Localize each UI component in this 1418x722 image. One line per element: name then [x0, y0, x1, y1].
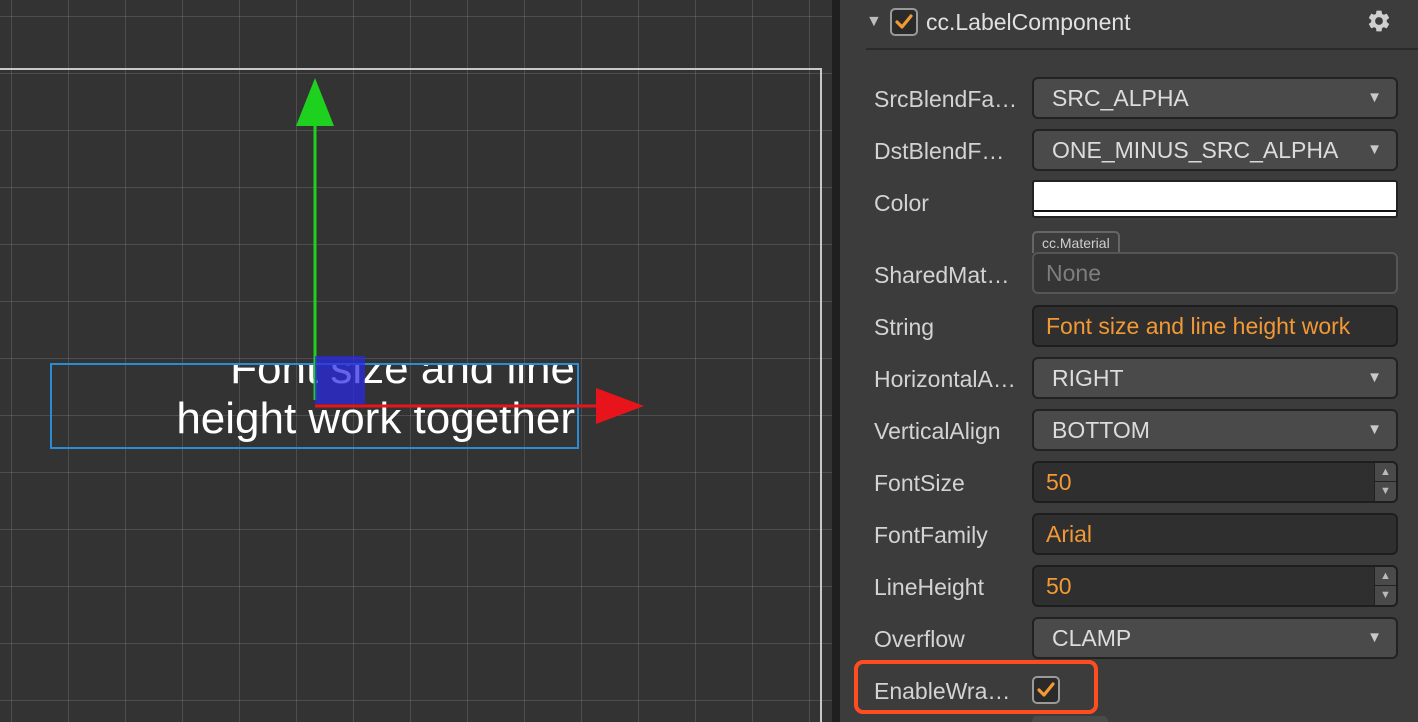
font-family-label: FontFamily	[874, 522, 988, 548]
string-input[interactable]: Font size and line height work	[1032, 305, 1398, 347]
shared-material-value: None	[1046, 260, 1101, 286]
font-family-input[interactable]: Arial	[1032, 513, 1398, 555]
line-height-label: LineHeight	[874, 574, 984, 600]
color-picker-swatch[interactable]	[1032, 180, 1398, 218]
overflow-value: CLAMP	[1052, 625, 1132, 651]
caret-down-icon: ▼	[1367, 369, 1382, 386]
font-size-input[interactable]: 50 ▲ ▼	[1032, 461, 1398, 503]
caret-down-icon: ▼	[1367, 421, 1382, 438]
label-node-bounding-box[interactable]: Font size and line height work together	[50, 363, 579, 449]
shared-materials-label: SharedMat…	[874, 262, 1010, 288]
dst-blend-factor-select[interactable]: ONE_MINUS_SRC_ALPHA ▼	[1032, 129, 1398, 171]
caret-down-icon: ▼	[1367, 141, 1382, 158]
label-node-text: Font size and line height work together	[176, 363, 575, 443]
component-header[interactable]: ▼ cc.LabelComponent	[866, 0, 1418, 50]
string-label: String	[874, 314, 935, 340]
line-height-value: 50	[1046, 573, 1072, 599]
vertical-align-value: BOTTOM	[1052, 417, 1150, 443]
dst-blend-factor-value: ONE_MINUS_SRC_ALPHA	[1052, 137, 1339, 163]
line-height-stepper[interactable]: ▲ ▼	[1374, 567, 1396, 605]
stepper-up-icon[interactable]: ▲	[1375, 463, 1396, 482]
inspector-panel: ▼ cc.LabelComponent SrcBlendFa… SRC_ALPH…	[840, 0, 1418, 722]
next-property-field[interactable]	[1032, 716, 1108, 722]
overflow-label: Overflow	[874, 626, 965, 652]
font-family-value: Arial	[1046, 521, 1093, 547]
src-blend-factor-select[interactable]: SRC_ALPHA ▼	[1032, 77, 1398, 119]
checkmark-icon	[1037, 682, 1055, 697]
horizontal-align-value: RIGHT	[1052, 365, 1124, 391]
stepper-down-icon[interactable]: ▼	[1375, 586, 1396, 605]
font-size-label: FontSize	[874, 470, 965, 496]
font-size-stepper[interactable]: ▲ ▼	[1374, 463, 1396, 501]
enable-wrap-text-label: EnableWra…	[874, 678, 1011, 704]
component-title: cc.LabelComponent	[926, 9, 1131, 35]
src-blend-factor-label: SrcBlendFa…	[874, 86, 1018, 112]
alpha-bar	[1034, 210, 1396, 212]
shared-material-asset-field[interactable]: None	[1032, 252, 1398, 294]
color-label: Color	[874, 190, 929, 216]
font-size-value: 50	[1046, 469, 1072, 495]
triangle-down-icon[interactable]: ▼	[866, 13, 882, 31]
src-blend-factor-value: SRC_ALPHA	[1052, 85, 1189, 111]
stepper-up-icon[interactable]: ▲	[1375, 567, 1396, 586]
horizontal-align-select[interactable]: RIGHT ▼	[1032, 357, 1398, 399]
caret-down-icon: ▼	[1367, 89, 1382, 106]
material-type-tag: cc.Material	[1032, 231, 1120, 253]
dst-blend-factor-label: DstBlendF…	[874, 138, 1005, 164]
gear-icon[interactable]	[1366, 8, 1392, 34]
line-height-input[interactable]: 50 ▲ ▼	[1032, 565, 1398, 607]
stepper-down-icon[interactable]: ▼	[1375, 482, 1396, 501]
string-value: Font size and line height work	[1046, 313, 1351, 339]
checkmark-icon	[895, 14, 913, 29]
scene-view[interactable]: Font size and line height work together	[0, 0, 832, 722]
overflow-select[interactable]: CLAMP ▼	[1032, 617, 1398, 659]
horizontal-align-label: HorizontalA…	[874, 366, 1016, 392]
vertical-align-label: VerticalAlign	[874, 418, 1001, 444]
vertical-align-select[interactable]: BOTTOM ▼	[1032, 409, 1398, 451]
panel-divider[interactable]	[832, 0, 840, 722]
enable-wrap-text-checkbox[interactable]	[1032, 676, 1060, 704]
caret-down-icon: ▼	[1367, 629, 1382, 646]
component-enable-checkbox[interactable]	[890, 8, 918, 36]
